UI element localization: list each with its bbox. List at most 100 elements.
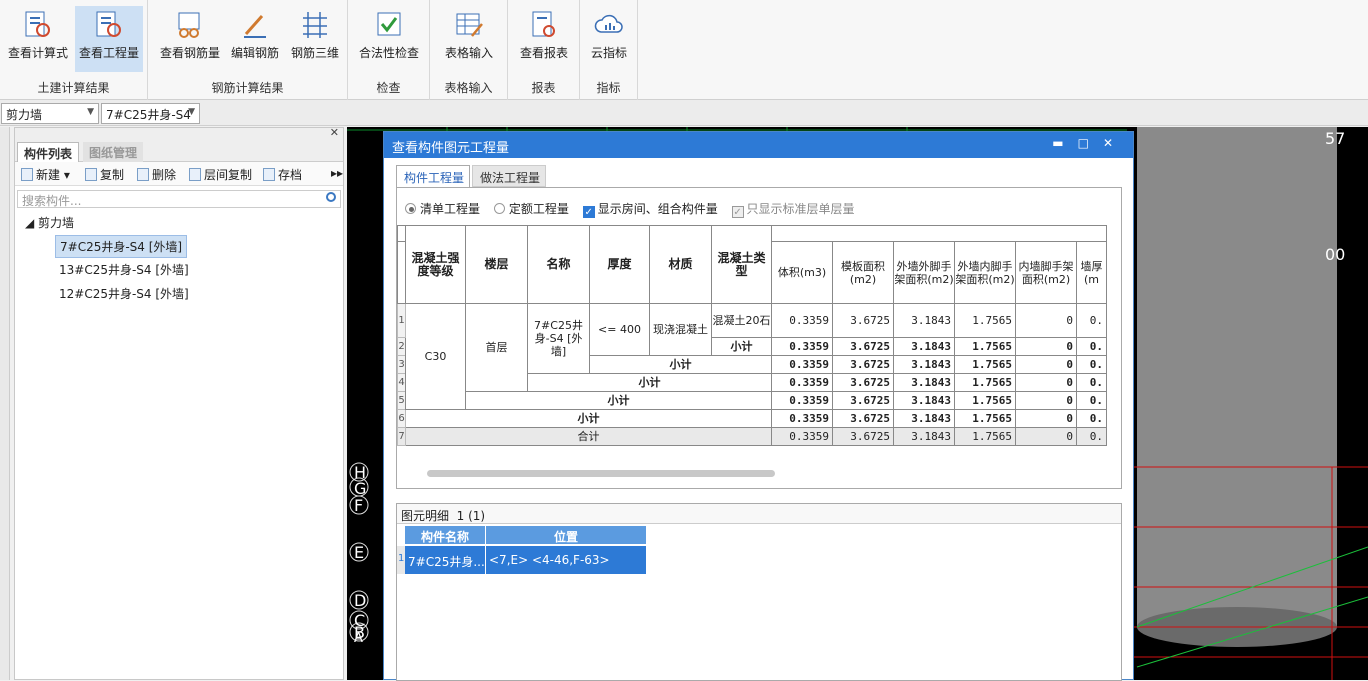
edit-rebar-button[interactable]: 编辑钢筋 bbox=[226, 6, 284, 72]
view-rebar-button[interactable]: 查看钢筋量 bbox=[158, 6, 222, 72]
header-wall-thickness: 墙厚(m bbox=[1076, 241, 1107, 304]
cell-value: 3.1843 bbox=[893, 409, 955, 428]
cell-value: 0.3359 bbox=[771, 391, 833, 410]
view-quantity-button[interactable]: 查看工程量 bbox=[75, 6, 143, 72]
category-value: 剪力墙 bbox=[6, 108, 43, 122]
tab-method-quantity[interactable]: 做法工程量 bbox=[472, 165, 546, 187]
cell-subtotal-label: 小计 bbox=[527, 373, 772, 392]
header-floor: 楼层 bbox=[465, 225, 528, 304]
cell-value: 3.6725 bbox=[832, 355, 894, 374]
header-ext-out-scaffold: 外墙外脚手架面积(m2) bbox=[893, 241, 955, 304]
archive-button[interactable]: 存档 bbox=[263, 166, 302, 183]
scrollbar-thumb[interactable] bbox=[427, 470, 775, 477]
cell-value: 3.1843 bbox=[893, 337, 955, 356]
tree-item[interactable]: 12#C25井身-S4 [外墙] bbox=[55, 283, 193, 304]
cell-subtotal-label: 小计 bbox=[465, 391, 772, 410]
selector-bar: 剪力墙 ▼ 7#C25井身-S4 ▼ bbox=[0, 100, 1368, 126]
cell-value: 3.1843 bbox=[893, 355, 955, 374]
close-icon[interactable]: ✕ bbox=[1103, 136, 1127, 150]
tab-component-quantity[interactable]: 构件工程量 bbox=[396, 165, 470, 187]
minimize-icon[interactable]: ▬ bbox=[1052, 136, 1077, 150]
cloud-index-button[interactable]: 云指标 bbox=[584, 6, 634, 72]
check-standard-floor[interactable]: ✓ 只显示标准层单层量 bbox=[731, 200, 855, 218]
cell-value: 1.7565 bbox=[954, 373, 1016, 392]
row-number: 3 bbox=[397, 355, 406, 374]
tab-drawing-manager[interactable]: 图纸管理 bbox=[83, 142, 144, 162]
edit-rebar-label: 编辑钢筋 bbox=[230, 46, 279, 60]
cell-value: 0. bbox=[1076, 355, 1107, 374]
radio-quota-label: 定额工程量 bbox=[508, 202, 569, 216]
tree-item[interactable]: 7#C25井身-S4 [外墙] bbox=[55, 235, 188, 258]
cell-value: 1.7565 bbox=[954, 303, 1016, 338]
table-input-button[interactable]: 表格输入 bbox=[436, 6, 502, 72]
axis-label-00: 00 bbox=[1325, 245, 1346, 264]
rebar-3d-button[interactable]: 钢筋三维 bbox=[286, 6, 344, 72]
tree-root[interactable]: ◢ 剪力墙 bbox=[21, 212, 78, 233]
close-icon[interactable]: ✕ bbox=[330, 126, 339, 139]
tab-component-list[interactable]: 构件列表 bbox=[17, 142, 80, 162]
delete-icon bbox=[137, 168, 149, 181]
dialog-titlebar: 查看构件图元工程量 ▬□✕ bbox=[384, 132, 1133, 158]
quantity-table-wrap: 混凝土强度等级 楼层 名称 厚度 材质 混凝土类型 体积(m3) 模板面积(m2… bbox=[397, 225, 1121, 455]
row-header-cell bbox=[397, 225, 406, 242]
header-material: 材质 bbox=[649, 225, 712, 304]
row-number: 2 bbox=[397, 337, 406, 356]
cell-value: 0. bbox=[1076, 427, 1107, 446]
floor-copy-button[interactable]: 层间复制 bbox=[189, 166, 252, 183]
legality-check-label: 合法性检查 bbox=[358, 46, 419, 60]
detail-cell-name[interactable]: 7#C25井身... bbox=[405, 546, 485, 574]
view-report-button[interactable]: 查看报表 bbox=[514, 6, 574, 72]
cell-value: 3.6725 bbox=[832, 337, 894, 356]
detail-header-name: 构件名称 bbox=[405, 526, 485, 544]
search-input[interactable]: 搜索构件... bbox=[17, 190, 341, 208]
panel-toolbar: 新建 ▾ 复制 删除 层间复制 存档 ▸▸ bbox=[15, 162, 343, 186]
delete-button[interactable]: 删除 bbox=[137, 166, 176, 183]
row-number: 7 bbox=[397, 427, 406, 446]
cell-total-label: 合计 bbox=[405, 427, 772, 446]
group-label-rebar: 钢筋计算结果 bbox=[211, 81, 284, 95]
legality-check-button[interactable]: 合法性检查 bbox=[354, 6, 424, 72]
cell-value: 0.3359 bbox=[771, 427, 833, 446]
cell-value: 0 bbox=[1015, 303, 1077, 338]
cell-value: 0 bbox=[1015, 391, 1077, 410]
axis-label-f: F bbox=[354, 496, 364, 515]
panel-tabs: 构件列表 图纸管理 bbox=[15, 140, 343, 162]
cell-grade: C30 bbox=[405, 303, 466, 410]
cell-concrete-type: 混凝土20石 bbox=[711, 303, 772, 338]
delete-label: 删除 bbox=[152, 168, 177, 182]
tree-item[interactable]: 13#C25井身-S4 [外墙] bbox=[55, 259, 193, 280]
component-select[interactable]: 7#C25井身-S4 ▼ bbox=[101, 103, 200, 124]
axis-label-a: A bbox=[354, 631, 363, 646]
header-grade: 混凝土强度等级 bbox=[405, 225, 466, 304]
cell-value: 0 bbox=[1015, 409, 1077, 428]
component-tree: ◢ 剪力墙 7#C25井身-S4 [外墙] 13#C25井身-S4 [外墙] 1… bbox=[15, 212, 343, 672]
radio-list-quantity[interactable]: 清单工程量 bbox=[405, 200, 480, 217]
rebar-3d-label: 钢筋三维 bbox=[290, 46, 339, 60]
horizontal-scrollbar[interactable] bbox=[409, 468, 1109, 478]
cell-value: 0. bbox=[1076, 391, 1107, 410]
cell-value: 0.3359 bbox=[771, 373, 833, 392]
copy-icon bbox=[85, 168, 97, 181]
radio-quota-quantity[interactable]: 定额工程量 bbox=[493, 200, 569, 217]
more-icon[interactable]: ▸▸ bbox=[331, 166, 343, 180]
view-formula-label: 查看计算式 bbox=[7, 46, 68, 60]
ribbon-group-report: 查看报表 报表 bbox=[508, 0, 580, 100]
detail-cell-position[interactable]: <7,E> <4-46,F-63> bbox=[486, 546, 646, 574]
tree-root-label: 剪力墙 bbox=[38, 216, 75, 230]
new-button[interactable]: 新建 ▾ bbox=[21, 166, 70, 183]
row-header-cell bbox=[397, 241, 406, 304]
ribbon-group-check: 合法性检查 检查 bbox=[348, 0, 430, 100]
cell-value: 0.3359 bbox=[771, 337, 833, 356]
maximize-icon[interactable]: □ bbox=[1078, 136, 1103, 150]
category-select[interactable]: 剪力墙 ▼ bbox=[1, 103, 99, 124]
checkbox-checked-icon: ✓ bbox=[582, 206, 595, 218]
view-formula-button[interactable]: 查看计算式 bbox=[4, 6, 72, 72]
check-room-quantity[interactable]: ✓ 显示房间、组合构件量 bbox=[582, 200, 718, 218]
dialog-title: 查看构件图元工程量 bbox=[392, 141, 510, 156]
quantity-table: 混凝土强度等级 楼层 名称 厚度 材质 混凝土类型 体积(m3) 模板面积(m2… bbox=[397, 225, 1107, 446]
search-icon[interactable] bbox=[326, 192, 336, 202]
new-icon bbox=[21, 168, 33, 181]
radio-icon bbox=[493, 203, 505, 214]
copy-button[interactable]: 复制 bbox=[85, 166, 124, 183]
cell-value: 0. bbox=[1076, 337, 1107, 356]
